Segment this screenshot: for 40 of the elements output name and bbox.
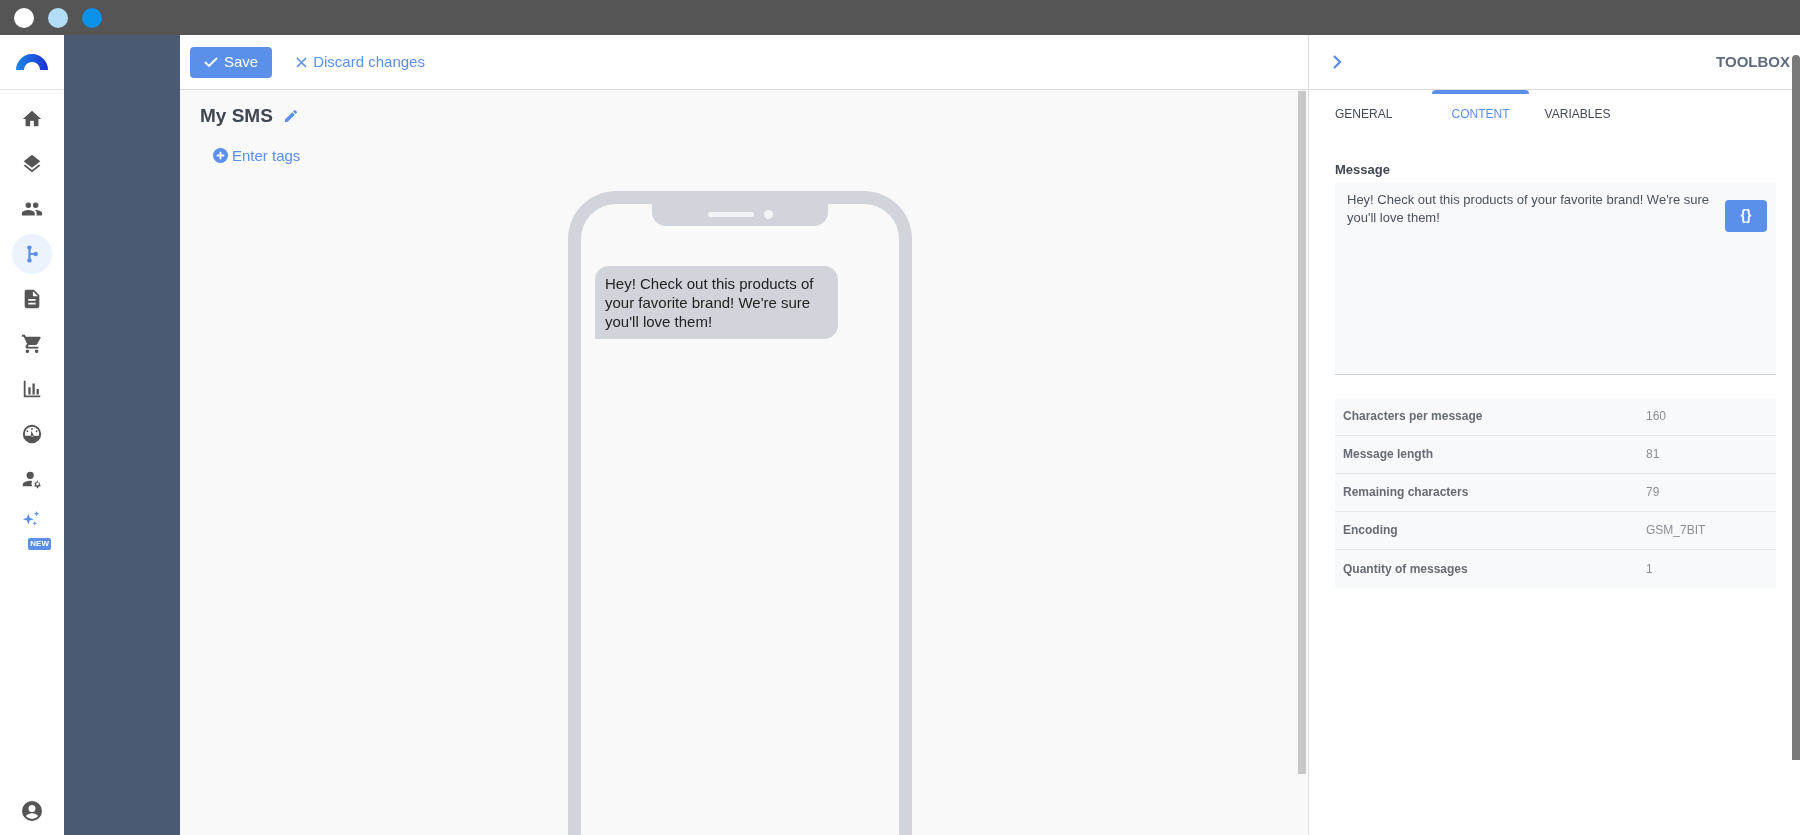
stat-value: 1 xyxy=(1646,560,1653,578)
stat-value: 160 xyxy=(1646,408,1667,425)
chevron-right-icon[interactable] xyxy=(1331,54,1343,70)
add-icon xyxy=(213,148,228,164)
stat-label: Encoding xyxy=(1343,522,1399,539)
nav-item[interactable] xyxy=(12,234,52,274)
enter-tags-link[interactable]: Enter tags xyxy=(213,144,301,167)
gauge-icon xyxy=(21,423,43,445)
stat-value: GSM_7BIT xyxy=(1646,522,1706,539)
edit-icon[interactable] xyxy=(282,108,299,125)
stat-label: Characters per message xyxy=(1343,408,1484,425)
save-button[interactable]: Save xyxy=(190,46,273,78)
cart-icon xyxy=(21,333,43,355)
sms-title: My SMS xyxy=(200,104,273,128)
scrollbar[interactable] xyxy=(1298,91,1306,774)
layers-icon xyxy=(21,153,43,175)
close-window-icon[interactable] xyxy=(14,7,34,28)
message-bubble: Hey! Check out this products of your favorite brand! We're sure you'll love them! xyxy=(595,266,838,339)
stat-label: Quantity of messages xyxy=(1343,560,1469,578)
scrollbar[interactable] xyxy=(1792,55,1800,760)
tab[interactable]: VARIABLES xyxy=(1529,90,1626,134)
bar-chart-icon xyxy=(21,378,43,400)
stat-value: 79 xyxy=(1646,484,1660,501)
close-icon xyxy=(296,56,308,68)
tab[interactable]: GENERAL xyxy=(1335,90,1432,134)
logo-icon[interactable] xyxy=(16,54,48,70)
check-icon xyxy=(204,56,218,68)
message-label: Message xyxy=(1335,161,1391,179)
stat-value: 81 xyxy=(1646,446,1660,463)
account-icon[interactable] xyxy=(20,799,44,823)
nav-item[interactable]: NEW xyxy=(12,504,52,552)
minimize-window-icon[interactable] xyxy=(48,7,68,28)
toolbox-title: TOOLBOX xyxy=(1716,51,1790,72)
stat-label: Remaining characters xyxy=(1343,484,1470,501)
discard-button[interactable]: Discard changes xyxy=(296,50,425,74)
variables-button[interactable]: {} xyxy=(1725,199,1767,232)
tab[interactable]: CONTENT xyxy=(1432,90,1529,134)
message-field[interactable]: Hey! Check out this products of your favorite brand! We're sure you'll love them! {} xyxy=(1335,181,1776,375)
new-badge: NEW xyxy=(28,538,51,550)
stat-label: Message length xyxy=(1343,446,1435,463)
